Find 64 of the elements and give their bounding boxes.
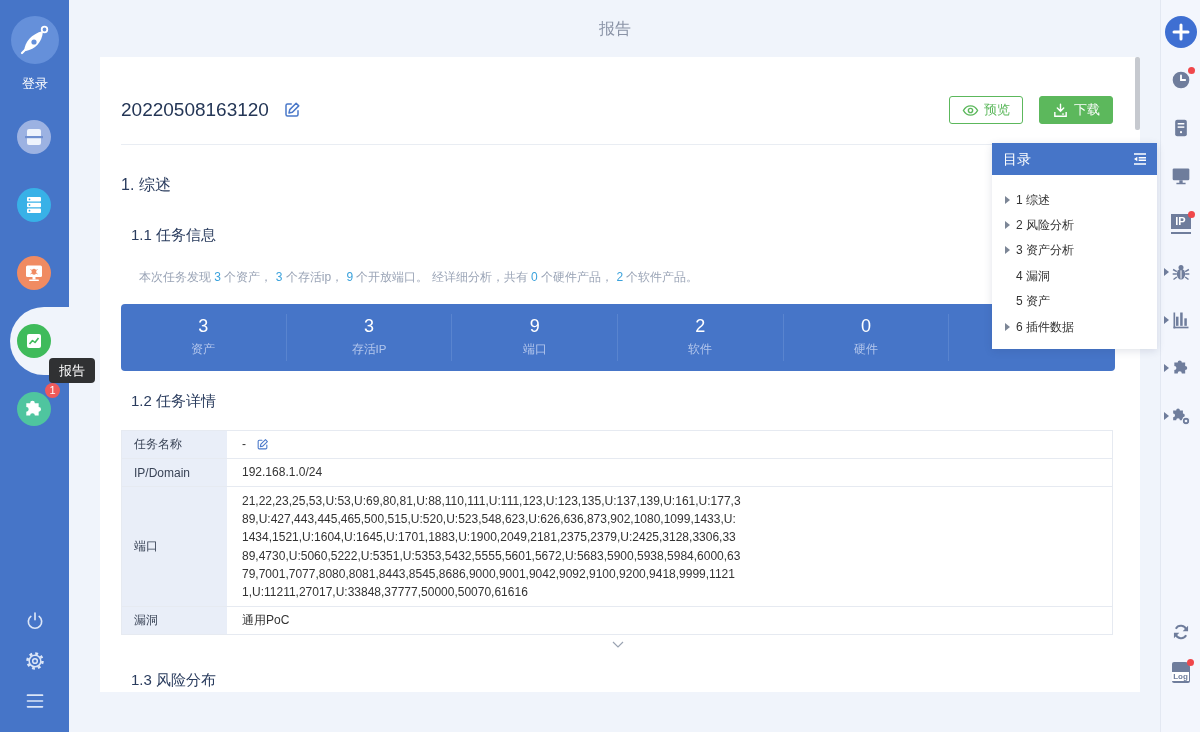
log-button[interactable]: Log [1171, 661, 1190, 683]
stat-label: 资产 [191, 342, 216, 357]
summary-text: 本次任务发现 3 个资产， 3 个存活ip， 9 个开放端口。 经详细分析，共有 0 个硬件产品， 2 个软件产品。 [139, 269, 699, 286]
stat-value: 3 [198, 316, 209, 336]
pencil-icon[interactable] [256, 437, 269, 451]
caret-icon[interactable] [1005, 246, 1010, 255]
toc-link[interactable]: 5 资产 [1016, 293, 1050, 310]
subsection-heading: 1.3 风险分布 [131, 670, 217, 691]
monitor-icon[interactable] [1170, 166, 1191, 186]
cell-value: 通用PoC [242, 612, 290, 630]
caret-icon[interactable] [1163, 316, 1169, 324]
puzzle-icon[interactable] [17, 392, 51, 426]
cell-value: 192.168.1.0/24 [242, 464, 323, 481]
caret-icon[interactable] [1163, 364, 1169, 372]
bug-icon[interactable] [1170, 262, 1191, 282]
subsection-heading: 1.1 任务信息 [131, 225, 217, 245]
chart-icon[interactable] [17, 324, 51, 358]
row-label: 任务名称 [122, 431, 227, 458]
tooltip: 报告 [49, 358, 95, 383]
caret-icon[interactable] [1005, 195, 1010, 204]
page-title: 报告 [598, 18, 631, 39]
plus-icon[interactable] [1164, 16, 1197, 48]
ip-button[interactable]: IP [1170, 214, 1191, 234]
toc-link[interactable]: 6 插件数据 [1016, 318, 1074, 335]
clock-icon[interactable] [1170, 70, 1191, 90]
download-icon [1052, 101, 1069, 119]
scrollbar-thumb[interactable] [1135, 57, 1140, 130]
caret-icon[interactable] [1005, 221, 1010, 230]
report-title: 20220508163120 [121, 98, 269, 122]
stat-label: 端口 [522, 342, 547, 357]
login-link[interactable]: 登录 [21, 75, 48, 93]
menu-icon[interactable] [24, 691, 45, 711]
stat-label: 硬件 [854, 342, 878, 357]
puzzle-gear-icon[interactable] [1170, 406, 1191, 426]
row-label: 端口 [122, 487, 227, 607]
notification-badge: 1 [45, 383, 60, 398]
chevron-down-icon[interactable] [612, 641, 624, 649]
list-indent-icon[interactable] [1132, 151, 1148, 167]
pencil-icon[interactable] [282, 101, 301, 119]
frame-icon[interactable] [17, 120, 51, 154]
caret-icon[interactable] [1163, 412, 1169, 420]
toc-link[interactable]: 4 漏洞 [1016, 267, 1050, 284]
settings-icon[interactable] [24, 651, 45, 671]
monitor-bug-icon[interactable] [17, 256, 51, 290]
toc-title: 目录 [1003, 150, 1031, 168]
cell-value: - [242, 436, 246, 453]
section-heading: 1. 综述 [121, 175, 171, 195]
server-icon[interactable] [17, 188, 51, 222]
toc-link[interactable]: 2 风险分析 [1016, 217, 1074, 234]
stat-label: 存活IP [351, 342, 387, 357]
subsection-heading: 1.2 任务详情 [131, 391, 217, 411]
stat-label: 软件 [688, 342, 713, 357]
toc-link[interactable]: 1 综述 [1016, 191, 1050, 208]
caret-icon[interactable] [1005, 322, 1010, 331]
logo-icon[interactable] [10, 16, 59, 64]
cell-value: 21,22,23,25,53,U:53,U:69,80,81,U:88,110,111,U:111,123,U:123,135,U:137,139,U:161,U:177,389,U:427,443,445,465,500,515,U:520,U:523,548,623,U:626,636,873,902,1080,1099,1433,U:1434,1521,U:1604,U:1645,U:1701,1883,U:1900,2049,2181,2375,2379,U:2425,3128,3306,3389,4730,U:5060,5222,U:5351,U:5353,5432,5555,5601,5672,U:5683,5900,5938,5984,6000,6379,7001,7077,8080,8081,8443,8545,8686,9000,9001,9042,9092,9100,9200,9418,9999,11211,U:11211,27017,U:33848,37777,50000,50070,61616 [242, 493, 742, 601]
toc-link[interactable]: 3 资产分析 [1016, 242, 1074, 259]
row-label: IP/Domain [122, 459, 227, 486]
stat-value: 0 [861, 316, 871, 336]
caret-icon[interactable] [1163, 268, 1169, 276]
stat-value: 3 [364, 316, 374, 336]
stat-value: 2 [695, 316, 706, 336]
stat-value: 9 [529, 316, 540, 336]
row-label: 漏洞 [122, 607, 227, 635]
